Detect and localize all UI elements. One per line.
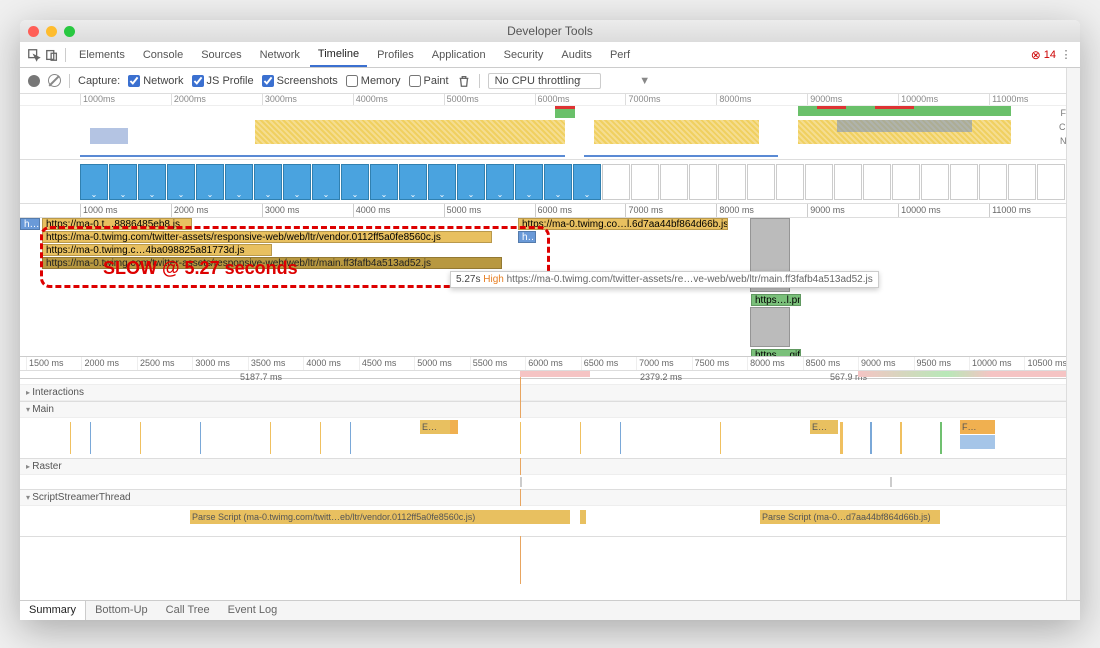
timeline-toolbar: Capture: Network JS Profile Screenshots … [20, 68, 1080, 94]
timeline-overview[interactable]: 1000ms2000ms3000ms4000ms5000ms6000ms7000… [20, 94, 1080, 160]
network-request[interactable]: https://ma-0.twimg.com/twitter-assets/re… [42, 257, 502, 269]
checkbox-network[interactable]: Network [128, 75, 183, 87]
checkbox-jsprofile[interactable]: JS Profile [192, 75, 254, 87]
record-button[interactable] [28, 75, 40, 87]
network-request[interactable]: https://ma-0.twimg.co…l.6d7aa44bf864d66b… [518, 218, 728, 230]
inspect-element-icon[interactable] [26, 47, 42, 63]
parse-script-bar[interactable]: Parse Script (ma-0.twimg.com/twitt…eb/lt… [190, 510, 570, 524]
network-request[interactable]: https://ma-0.twimg.c…4ba098825a81773d.js [42, 244, 272, 256]
tab-sources[interactable]: Sources [193, 44, 249, 66]
more-icon[interactable]: ⋮ [1058, 47, 1074, 63]
timing-markers: 5187.7 ms 2379.2 ms 567.9 ms [20, 371, 1080, 385]
tab-console[interactable]: Console [135, 44, 191, 66]
section-interactions[interactable]: Interactions [20, 385, 1080, 402]
parse-script-bar[interactable]: Parse Script (ma-0…d7aa44bf864d66b.js) [760, 510, 940, 524]
tab-audits[interactable]: Audits [553, 44, 600, 66]
titlebar: Developer Tools [20, 20, 1080, 42]
network-request[interactable]: https…l.png [751, 294, 801, 306]
tab-application[interactable]: Application [424, 44, 494, 66]
tab-perf[interactable]: Perf [602, 44, 638, 66]
checkbox-memory[interactable]: Memory [346, 75, 401, 87]
footer-tab-summary[interactable]: Summary [20, 601, 86, 620]
request-tooltip: 5.27s High https://ma-0.twimg.com/twitte… [450, 271, 879, 288]
vertical-scrollbar[interactable] [1066, 68, 1080, 600]
devtools-window: Developer Tools Elements Console Sources… [20, 20, 1080, 620]
overview-ruler: 1000ms2000ms3000ms4000ms5000ms6000ms7000… [20, 94, 1080, 106]
detail-ruler: 1500 ms2000 ms2500 ms3000 ms3500 ms4000 … [20, 357, 1080, 371]
network-request[interactable] [750, 307, 790, 347]
cpu-throttling-select[interactable]: No CPU throttling [488, 73, 602, 89]
checkbox-screenshots[interactable]: Screenshots [262, 75, 338, 87]
footer-tab-calltree[interactable]: Call Tree [157, 601, 219, 620]
network-request[interactable]: h…e [20, 218, 40, 230]
device-toggle-icon[interactable] [44, 47, 60, 63]
checkbox-paint[interactable]: Paint [409, 75, 449, 87]
tab-profiles[interactable]: Profiles [369, 44, 422, 66]
screenshot-strip[interactable] [20, 160, 1080, 204]
capture-label: Capture: [78, 75, 120, 87]
error-count[interactable]: 14 [1031, 48, 1056, 62]
flame-ruler: 1000 ms2000 ms3000 ms4000 ms5000 ms6000 … [20, 204, 1080, 218]
devtools-tabs: Elements Console Sources Network Timelin… [20, 42, 1080, 68]
garbage-collect-icon[interactable] [457, 74, 471, 88]
network-request[interactable]: h… [518, 231, 536, 243]
footer-tab-eventlog[interactable]: Event Log [219, 601, 287, 620]
network-request[interactable]: https://ma-0.t…8886485eb8.js [42, 218, 192, 230]
lower-panels: 1500 ms2000 ms2500 ms3000 ms3500 ms4000 … [20, 356, 1080, 600]
tab-network[interactable]: Network [252, 44, 308, 66]
flame-chart[interactable]: 1000 ms2000 ms3000 ms4000 ms5000 ms6000 … [20, 204, 1080, 379]
details-footer: Summary Bottom-Up Call Tree Event Log [20, 600, 1080, 620]
window-title: Developer Tools [20, 24, 1080, 38]
footer-tab-bottomup[interactable]: Bottom-Up [86, 601, 157, 620]
tab-security[interactable]: Security [496, 44, 552, 66]
tab-timeline[interactable]: Timeline [310, 43, 367, 67]
section-raster[interactable]: Raster [20, 459, 1080, 490]
section-scriptstreamer[interactable]: ScriptStreamerThread Parse Script (ma-0.… [20, 490, 1080, 537]
clear-button[interactable] [48, 74, 61, 87]
network-request[interactable]: https://ma-0.twimg.com/twitter-assets/re… [42, 231, 492, 243]
section-main[interactable]: Main E… E… F… [20, 402, 1080, 459]
tab-elements[interactable]: Elements [71, 44, 133, 66]
